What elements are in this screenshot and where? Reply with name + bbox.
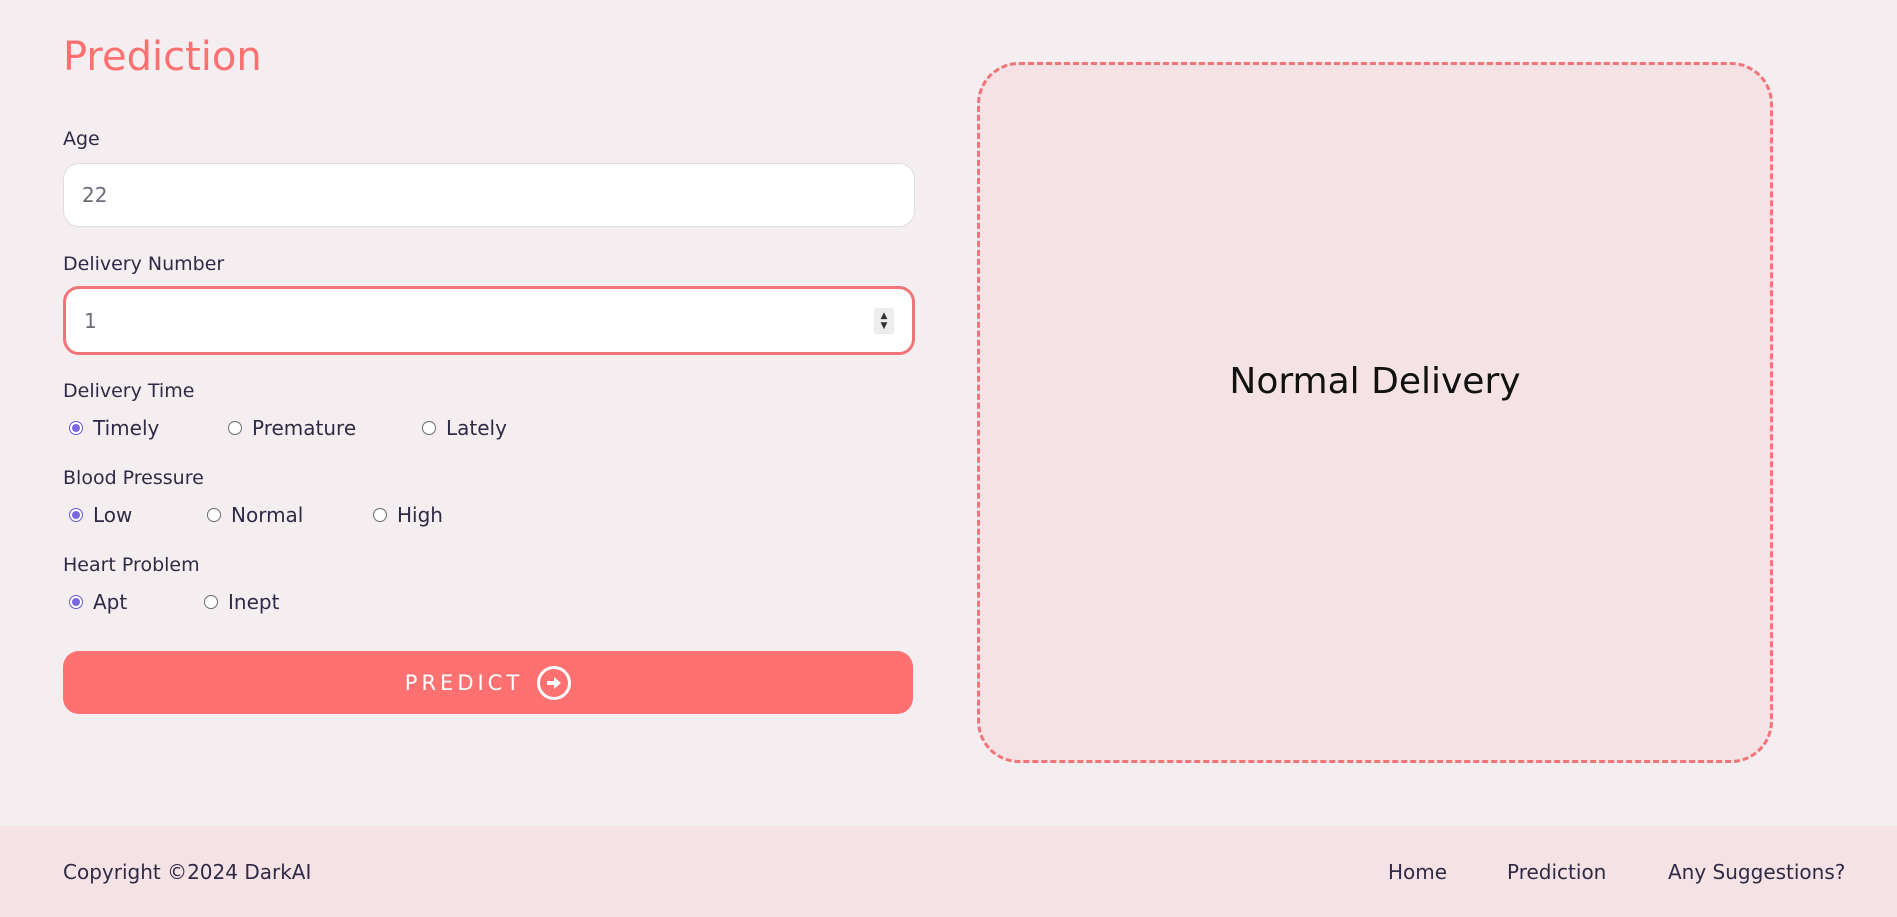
predict-button[interactable]: PREDICT [63, 651, 913, 714]
radio-low-label: Low [93, 503, 133, 527]
radio-apt-label: Apt [93, 590, 128, 614]
radio-high-label: High [397, 503, 443, 527]
radio-apt[interactable]: Apt [63, 588, 127, 616]
radio-unselected-icon [373, 508, 387, 522]
radio-selected-icon [69, 421, 83, 435]
delivery-number-value: 1 [84, 308, 97, 333]
radio-inept-label: Inept [228, 590, 280, 614]
footer-link-prediction[interactable]: Prediction [1507, 860, 1606, 884]
radio-premature-label: Premature [252, 416, 357, 440]
predict-button-label: PREDICT [404, 670, 524, 695]
result-panel: Normal Delivery [977, 62, 1773, 763]
radio-selected-icon [69, 595, 83, 609]
radio-normal-label: Normal [231, 503, 304, 527]
radio-lately-label: Lately [446, 416, 507, 440]
radio-unselected-icon [207, 508, 221, 522]
radio-lately[interactable]: Lately [416, 414, 507, 442]
age-label: Age [63, 128, 100, 150]
delivery-time-label: Delivery Time [63, 380, 195, 402]
blood-pressure-group: Low Normal High [63, 501, 915, 529]
radio-selected-icon [69, 508, 83, 522]
blood-pressure-label: Blood Pressure [63, 467, 204, 489]
age-input-value: 22 [82, 183, 108, 207]
copyright-text: Copyright ©2024 DarkAI [63, 860, 312, 884]
delivery-number-input[interactable]: 1 ▲ ▼ [63, 286, 915, 355]
radio-timely[interactable]: Timely [63, 414, 159, 442]
number-stepper-icon[interactable]: ▲ ▼ [874, 307, 894, 334]
age-input[interactable]: 22 [63, 163, 915, 227]
radio-unselected-icon [422, 421, 436, 435]
radio-timely-label: Timely [93, 416, 160, 440]
radio-premature[interactable]: Premature [222, 414, 356, 442]
radio-high[interactable]: High [367, 501, 443, 529]
radio-inept[interactable]: Inept [198, 588, 279, 616]
arrow-right-circle-icon [537, 665, 572, 700]
radio-low[interactable]: Low [63, 501, 132, 529]
prediction-result: Normal Delivery [1229, 361, 1521, 402]
footer-link-home[interactable]: Home [1388, 860, 1447, 884]
heart-problem-label: Heart Problem [63, 554, 200, 576]
delivery-time-group: Timely Premature Lately [63, 414, 915, 442]
footer: Copyright ©2024 DarkAI Home Prediction A… [0, 826, 1897, 917]
radio-unselected-icon [204, 595, 218, 609]
delivery-number-label: Delivery Number [63, 253, 225, 275]
footer-link-suggestions[interactable]: Any Suggestions? [1668, 860, 1845, 884]
page-title: Prediction [63, 34, 262, 80]
radio-normal[interactable]: Normal [201, 501, 303, 529]
heart-problem-group: Apt Inept [63, 588, 915, 616]
radio-unselected-icon [228, 421, 242, 435]
